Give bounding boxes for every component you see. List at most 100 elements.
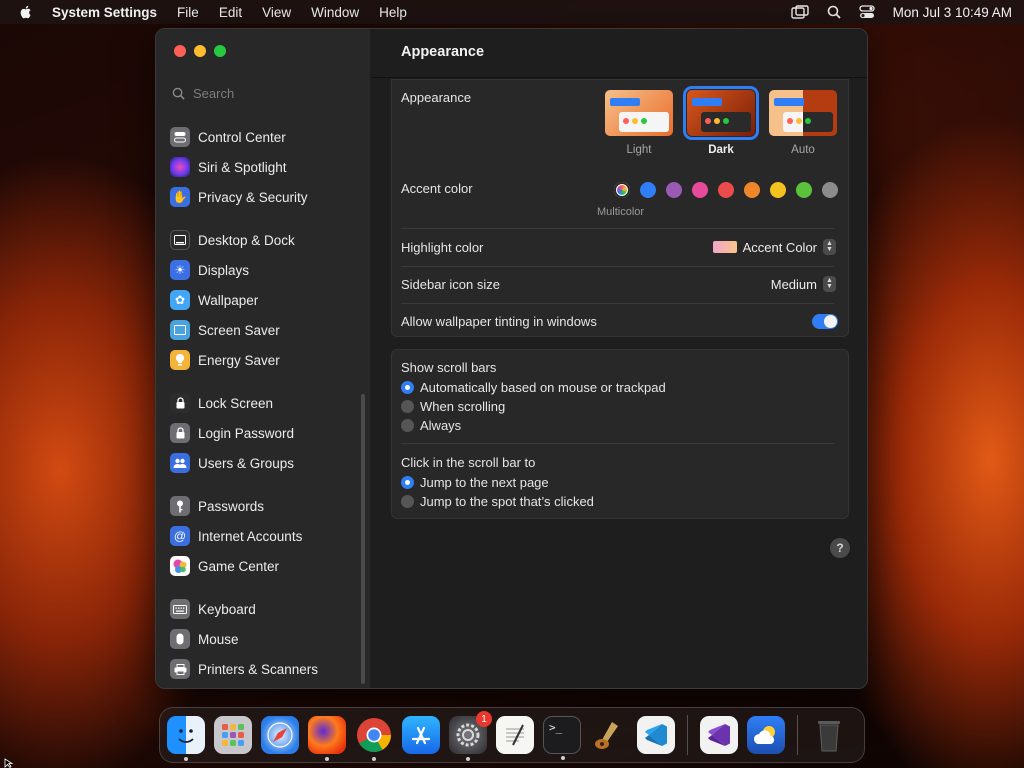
accent-red-swatch[interactable] xyxy=(718,182,734,198)
sidebar-item-privacy-security[interactable]: ✋ Privacy & Security xyxy=(170,182,360,212)
screen-mirroring-icon[interactable] xyxy=(790,5,809,19)
theme-label: Light xyxy=(626,144,652,156)
theme-option-light[interactable]: Light xyxy=(604,90,674,156)
mouse-icon xyxy=(170,629,190,649)
sidebar-item-passwords[interactable]: Passwords xyxy=(170,491,360,521)
control-center-icon[interactable] xyxy=(859,5,875,19)
menu-file[interactable]: File xyxy=(177,5,199,20)
system-settings-window: Search Control Center Siri & Spotlight ✋… xyxy=(155,28,868,689)
sidebar-item-screen-saver[interactable]: Screen Saver xyxy=(170,315,360,345)
firefox-icon[interactable] xyxy=(308,716,346,761)
wallpaper-tinting-label: Allow wallpaper tinting in windows xyxy=(401,314,597,329)
sidebar-item-login-password[interactable]: Login Password xyxy=(170,418,360,448)
menu-app-name[interactable]: System Settings xyxy=(52,5,157,20)
sidebar-scrollbar[interactable] xyxy=(361,394,365,684)
spotlight-search-icon[interactable] xyxy=(827,5,841,19)
auto-theme-thumbnail xyxy=(769,90,837,136)
menu-view[interactable]: View xyxy=(262,5,291,20)
search-icon xyxy=(172,87,185,100)
menu-clock[interactable]: Mon Jul 3 10:49 AM xyxy=(893,5,1012,20)
sun-icon: ☀ xyxy=(170,260,190,280)
sidebar-item-lock-screen[interactable]: Lock Screen xyxy=(170,388,360,418)
system-settings-icon[interactable]: 1 xyxy=(449,711,492,761)
launchpad-icon[interactable] xyxy=(214,716,252,754)
accent-color-label: Accent color xyxy=(401,181,473,196)
radio-label: Jump to the next page xyxy=(420,475,549,490)
visual-studio-icon[interactable] xyxy=(700,716,738,754)
sidebar-item-wallpaper[interactable]: ✿ Wallpaper xyxy=(170,285,360,315)
radio-label: When scrolling xyxy=(420,399,506,414)
terminal-icon[interactable]: >_ xyxy=(543,716,581,760)
accent-graphite-swatch[interactable] xyxy=(822,182,838,198)
row-divider xyxy=(401,443,834,444)
textedit-icon[interactable] xyxy=(496,716,534,754)
safari-icon[interactable] xyxy=(261,716,299,754)
apple-icon[interactable] xyxy=(18,4,34,20)
flower-icon: ✿ xyxy=(170,290,190,310)
scroll-bars-when-scrolling-radio[interactable]: When scrolling xyxy=(401,399,505,414)
menu-window[interactable]: Window xyxy=(311,5,359,20)
sidebar-item-game-center[interactable]: Game Center xyxy=(170,551,360,581)
minimize-button[interactable] xyxy=(194,45,206,57)
theme-option-dark[interactable]: Dark xyxy=(683,86,759,156)
sidebar-item-label: Login Password xyxy=(198,425,295,441)
theme-label: Dark xyxy=(708,144,734,156)
accent-multicolor-swatch[interactable] xyxy=(614,182,630,198)
title-divider xyxy=(371,77,867,78)
accent-blue-swatch[interactable] xyxy=(640,182,656,198)
close-button[interactable] xyxy=(174,45,186,57)
accent-yellow-swatch[interactable] xyxy=(770,182,786,198)
sidebar-item-keyboard[interactable]: Keyboard xyxy=(170,594,360,624)
theme-option-auto[interactable]: Auto xyxy=(768,90,838,156)
weather-icon[interactable] xyxy=(747,716,785,754)
sidebar-item-displays[interactable]: ☀ Displays xyxy=(170,255,360,285)
sidebar-item-label: Control Center xyxy=(198,129,286,145)
row-divider xyxy=(401,266,834,267)
scroll-bars-always-radio[interactable]: Always xyxy=(401,418,461,433)
sidebar-item-internet-accounts[interactable]: @ Internet Accounts xyxy=(170,521,360,551)
padlock-icon xyxy=(170,423,190,443)
sidebar-item-desktop-dock[interactable]: Desktop & Dock xyxy=(170,225,360,255)
chrome-icon[interactable] xyxy=(355,716,393,761)
sidebar-item-printers-scanners[interactable]: Printers & Scanners xyxy=(170,654,360,684)
bulb-icon xyxy=(170,350,190,370)
sidebar-item-label: Mouse xyxy=(198,631,239,647)
jump-to-spot-radio[interactable]: Jump to the spot that’s clicked xyxy=(401,494,594,509)
help-button[interactable]: ? xyxy=(830,538,850,558)
sidebar-icon-size-popup[interactable]: Medium ▲ ▼ xyxy=(771,276,836,292)
instruments-icon[interactable] xyxy=(590,716,628,754)
sidebar-icon-size-label: Sidebar icon size xyxy=(401,277,500,292)
zoom-button[interactable] xyxy=(214,45,226,57)
vscode-icon[interactable] xyxy=(637,716,675,754)
search-input[interactable]: Search xyxy=(168,81,354,105)
scroll-bars-auto-radio[interactable]: Automatically based on mouse or trackpad xyxy=(401,380,666,395)
wallpaper-tinting-toggle[interactable] xyxy=(812,314,838,329)
sidebar-item-label: Printers & Scanners xyxy=(198,661,319,677)
sidebar-item-siri-spotlight[interactable]: Siri & Spotlight xyxy=(170,152,360,182)
trash-icon[interactable] xyxy=(810,716,848,754)
menu-help[interactable]: Help xyxy=(379,5,407,20)
printer-icon xyxy=(170,659,190,679)
row-divider xyxy=(401,303,834,304)
sidebar-item-users-groups[interactable]: Users & Groups xyxy=(170,448,360,478)
accent-pink-swatch[interactable] xyxy=(692,182,708,198)
sidebar-item-label: Desktop & Dock xyxy=(198,232,295,248)
sidebar-item-control-center[interactable]: Control Center xyxy=(170,122,360,152)
app-store-icon[interactable] xyxy=(402,716,440,754)
sidebar-item-energy-saver[interactable]: Energy Saver xyxy=(170,345,360,375)
show-scroll-bars-label: Show scroll bars xyxy=(401,360,497,375)
sidebar-item-mouse[interactable]: Mouse xyxy=(170,624,360,654)
accent-orange-swatch[interactable] xyxy=(744,182,760,198)
finder-icon[interactable] xyxy=(167,716,205,761)
radio-unselected-icon xyxy=(401,495,414,508)
highlight-color-popup[interactable]: Accent Color ▲ ▼ xyxy=(712,239,836,255)
sidebar-list: Control Center Siri & Spotlight ✋ Privac… xyxy=(170,122,360,684)
jump-next-page-radio[interactable]: Jump to the next page xyxy=(401,475,549,490)
sidebar-item-label: Energy Saver xyxy=(198,352,280,368)
accent-purple-swatch[interactable] xyxy=(666,182,682,198)
highlight-color-label: Highlight color xyxy=(401,240,484,255)
row-divider xyxy=(401,228,834,229)
menu-edit[interactable]: Edit xyxy=(219,5,242,20)
accent-green-swatch[interactable] xyxy=(796,182,812,198)
window-controls xyxy=(174,45,226,57)
